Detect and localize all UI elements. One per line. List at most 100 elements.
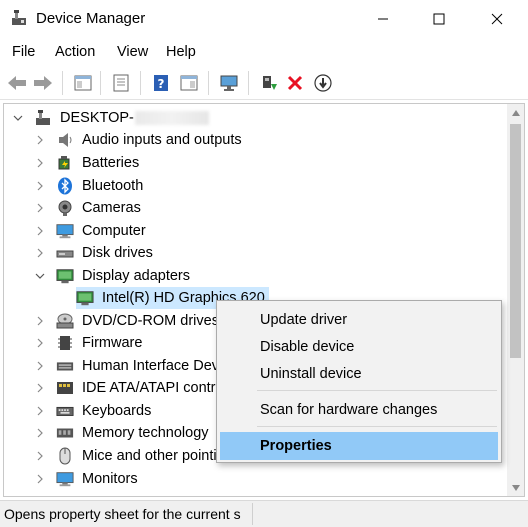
tree-item-bluetooth[interactable]: Bluetooth [34,175,143,197]
tree-item-label: Disk drives [82,245,153,261]
minimize-button[interactable] [360,0,406,38]
tree-item-audio[interactable]: Audio inputs and outputs [34,129,242,151]
tree-item-display-adapters[interactable]: Display adapters [34,265,190,287]
properties-icon[interactable] [110,72,132,94]
chevron-right-icon[interactable] [34,180,46,192]
chevron-right-icon[interactable] [34,382,46,394]
bluetooth-icon [56,177,74,195]
scroll-thumb[interactable] [510,124,521,358]
menu-view[interactable]: View [117,44,148,60]
menu-separator [257,390,497,391]
disk-drive-icon [56,244,74,262]
tree-item-disk-drives[interactable]: Disk drives [34,242,153,264]
help-icon[interactable]: ? [150,72,172,94]
tree-item-label: DVD/CD-ROM drives [82,313,219,329]
disable-device-icon[interactable] [312,72,334,94]
tree-item-label: Batteries [82,155,140,171]
camera-icon [56,199,74,217]
menu-help[interactable]: Help [166,44,196,60]
toolbar-separator [208,71,209,95]
chevron-right-icon[interactable] [34,202,46,214]
keyboard-icon [56,402,74,420]
chevron-right-icon[interactable] [34,405,46,417]
toolbar-separator [62,71,63,95]
tree-root-label: DESKTOP- [60,110,134,126]
tree-item-human-interface[interactable]: Human Interface Dev [34,355,219,377]
firmware-icon [56,334,74,352]
battery-icon [56,154,74,172]
toolbar-separator [248,71,249,95]
tree-item-label: IDE ATA/ATAPI control [82,380,227,396]
context-menu: Update driver Disable device Uninstall d… [216,300,502,463]
desktop-computer-icon [34,109,52,127]
scroll-down-icon[interactable] [507,479,524,496]
tree-item-batteries[interactable]: Batteries [34,152,139,174]
status-divider [252,503,253,525]
menu-separator [257,426,497,427]
menu-file[interactable]: File [12,44,35,60]
uninstall-device-icon[interactable] [284,72,306,94]
back-icon[interactable] [6,72,28,94]
chevron-right-icon[interactable] [34,360,46,372]
menu-bar: File Action View Help [0,40,528,66]
tree-item-monitors[interactable]: Monitors [34,468,138,490]
chevron-right-icon[interactable] [34,315,46,327]
scroll-up-icon[interactable] [507,104,524,121]
display-adapter-icon [76,289,94,307]
update-driver-menu-item[interactable]: Update driver [220,306,498,334]
update-driver-icon[interactable] [258,72,280,94]
tree-item-label: Monitors [82,471,138,487]
status-text: Opens property sheet for the current s [4,506,241,522]
tree-item-label: Audio inputs and outputs [82,132,242,148]
chevron-right-icon[interactable] [34,427,46,439]
show-hide-console-tree-icon[interactable] [72,72,94,94]
tree-item-label: Computer [82,223,146,239]
disable-device-menu-item[interactable]: Disable device [220,333,498,361]
status-bar: Opens property sheet for the current s [0,500,528,527]
computer-icon [56,222,74,240]
tree-item-ide-controllers[interactable]: IDE ATA/ATAPI control [34,377,227,399]
uninstall-device-menu-item[interactable]: Uninstall device [220,360,498,388]
chevron-right-icon[interactable] [34,247,46,259]
chevron-down-icon[interactable] [12,112,24,124]
properties-menu-item[interactable]: Properties [220,432,498,460]
chevron-right-icon[interactable] [34,225,46,237]
dvd-drive-icon [56,312,74,330]
tree-item-mice[interactable]: Mice and other pointing [34,445,233,467]
display-adapter-icon [56,267,74,285]
tree-item-label: Cameras [82,200,141,216]
vertical-scrollbar[interactable] [507,104,524,496]
scan-hardware-menu-item[interactable]: Scan for hardware changes [220,396,498,424]
tree-item-memory-technology[interactable]: Memory technology [34,422,209,444]
chevron-right-icon[interactable] [34,337,46,349]
tree-item-computer[interactable]: Computer [34,220,146,242]
tree-item-firmware[interactable]: Firmware [34,332,142,354]
chevron-right-icon[interactable] [34,157,46,169]
tree-item-label: Bluetooth [82,178,144,194]
tree-item-label: Firmware [82,335,143,351]
ide-controller-icon [56,379,74,397]
tree-item-dvd-drives[interactable]: DVD/CD-ROM drives [34,310,219,332]
action-pane-icon[interactable] [178,72,200,94]
mouse-icon [56,447,74,465]
svg-text:?: ? [158,77,165,91]
window-title: Device Manager [36,10,146,27]
menu-action[interactable]: Action [55,44,95,60]
scan-hardware-icon[interactable] [218,72,240,94]
tree-item-keyboards[interactable]: Keyboards [34,400,151,422]
toolbar-separator [140,71,141,95]
tree-item-cameras[interactable]: Cameras [34,197,141,219]
tree-item-label: Mice and other pointing [82,448,233,464]
close-button[interactable] [474,0,520,38]
forward-icon[interactable] [32,72,54,94]
chevron-down-icon[interactable] [34,270,46,282]
chevron-right-icon[interactable] [34,134,46,146]
maximize-button[interactable] [416,0,462,38]
chevron-right-icon[interactable] [34,450,46,462]
redacted-computer-name [134,111,209,125]
toolbar-separator [100,71,101,95]
tree-root[interactable]: DESKTOP- [12,107,209,129]
tree-item-label: Human Interface Dev [82,358,220,374]
chevron-right-icon[interactable] [34,473,46,485]
tree-item-label: Memory technology [82,425,209,441]
